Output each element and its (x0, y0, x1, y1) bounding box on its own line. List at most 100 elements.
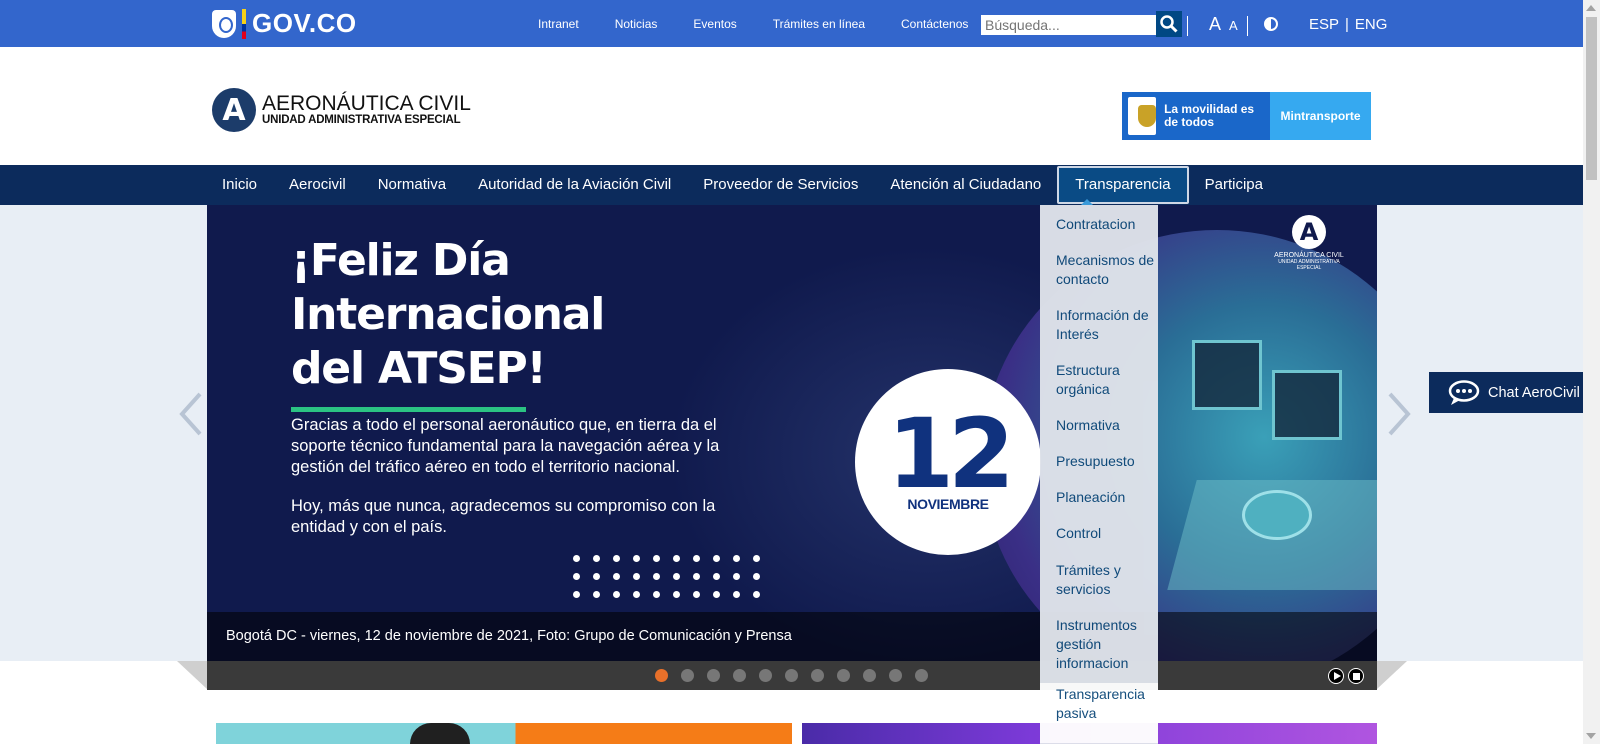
nav-item-atencion[interactable]: Atención al Ciudadano (874, 165, 1057, 205)
dropdown-item-transparencia-pasiva[interactable]: Transparencia pasiva (1040, 683, 1158, 743)
pager-dot-1[interactable] (655, 669, 668, 682)
aerocivil-logo-icon: A (212, 88, 256, 132)
govco-top-bar: GOV.CO Intranet Noticias Eventos Trámite… (0, 0, 1583, 47)
slide-paragraph-1: Gracias a todo el personal aeronáutico q… (291, 416, 720, 476)
slide-caption: Bogotá DC - viernes, 12 de noviembre de … (226, 628, 792, 644)
slide-title-line-3: del ATSEP! (291, 343, 547, 394)
slide-caption-bar: Bogotá DC - viernes, 12 de noviembre de … (207, 612, 1377, 661)
dropdown-item-tramites[interactable]: Trámites y servicios (1056, 561, 1156, 599)
slide-paragraph-2: Hoy, más que nunca, agradecemos su compr… (291, 497, 716, 536)
chat-bubble-icon (1448, 379, 1480, 405)
scrollbar-thumb[interactable] (1586, 17, 1597, 180)
contrast-icon[interactable] (1264, 17, 1278, 31)
console-dial (1242, 490, 1312, 540)
stop-icon[interactable] (1348, 668, 1364, 684)
decrease-font-button[interactable]: A (1229, 18, 1238, 33)
org-name: AERONÁUTICA CIVIL (262, 92, 471, 115)
chat-label: Chat AeroCivil (1488, 384, 1580, 401)
dropdown-item-estructura[interactable]: Estructura orgánica (1056, 361, 1156, 399)
nav-item-normativa[interactable]: Normativa (362, 165, 462, 205)
govco-link-tramites[interactable]: Trámites en línea (773, 17, 865, 31)
mintransporte-banner[interactable]: La movilidad es de todos Mintransporte (1122, 92, 1371, 140)
dropdown-item-normativa[interactable]: Normativa (1056, 416, 1156, 435)
lang-eng-link[interactable]: ENG (1355, 16, 1388, 33)
pager-dot-7[interactable] (811, 669, 824, 682)
colombia-shield-icon (212, 9, 236, 38)
search-button[interactable] (1156, 11, 1182, 37)
console-screen (1192, 340, 1262, 410)
main-nav-items: Inicio Aerocivil Normativa Autoridad de … (206, 165, 1279, 205)
slide-title-line-1: ¡Feliz Día (291, 235, 511, 286)
card-image (410, 723, 470, 744)
pager-dot-3[interactable] (707, 669, 720, 682)
slide-logo-name: AERONÁUTICA CIVIL (1274, 252, 1344, 259)
lang-esp-link[interactable]: ESP (1309, 16, 1339, 33)
govco-link-intranet[interactable]: Intranet (538, 17, 579, 31)
slider-corner-right (1377, 661, 1407, 689)
carousel-slide[interactable]: A AERONÁUTICA CIVIL UNIDAD ADMINISTRATIV… (207, 205, 1377, 690)
pager-dot-6[interactable] (785, 669, 798, 682)
carousel-pager (655, 669, 928, 682)
search-input[interactable] (981, 15, 1156, 35)
chat-aerocivil-button[interactable]: Chat AeroCivil (1429, 372, 1600, 413)
decorative-dot-grid (573, 555, 773, 598)
divider (1247, 16, 1248, 36)
mintransporte-slogan-block: La movilidad es de todos (1122, 92, 1270, 140)
dropdown-item-control[interactable]: Control (1056, 524, 1156, 543)
slide-logo-sub: UNIDAD ADMINISTRATIVA ESPECIAL (1278, 259, 1340, 271)
slide-logo-icon: A (1292, 215, 1326, 249)
increase-font-button[interactable]: A (1209, 14, 1221, 35)
play-icon[interactable] (1328, 668, 1344, 684)
partner-name: Mintransporte (1270, 92, 1371, 140)
pager-dot-5[interactable] (759, 669, 772, 682)
pager-dot-4[interactable] (733, 669, 746, 682)
dropdown-item-contratacion[interactable]: Contratacion (1056, 215, 1156, 234)
pager-dot-11[interactable] (915, 669, 928, 682)
carousel-controls (207, 661, 1377, 690)
date-day: 12 (887, 398, 1015, 510)
divider (1187, 16, 1188, 36)
nav-item-transparencia[interactable]: Transparencia (1057, 166, 1189, 204)
aerocivil-logo[interactable]: A AERONÁUTICA CIVIL UNIDAD ADMINISTRATIV… (212, 88, 471, 132)
govco-nav: Intranet Noticias Eventos Trámites en lí… (538, 0, 1004, 47)
dropdown-item-instrumentos[interactable]: Instrumentos gestión informacion (1056, 616, 1156, 673)
slide-title-line-2: Internacional (291, 289, 605, 340)
nav-item-aerocivil[interactable]: Aerocivil (273, 165, 362, 205)
slide-aerocivil-logo: A AERONÁUTICA CIVIL UNIDAD ADMINISTRATIV… (1269, 215, 1349, 271)
slider-corner-left (177, 661, 207, 689)
partner-slogan: La movilidad es de todos (1164, 102, 1255, 129)
scroll-down-icon[interactable] (1586, 733, 1596, 739)
main-nav: Inicio Aerocivil Normativa Autoridad de … (0, 165, 1583, 205)
nav-item-proveedor[interactable]: Proveedor de Servicios (687, 165, 874, 205)
govco-logo-text: GOV.CO (252, 8, 357, 38)
dropdown-item-informacion[interactable]: Información de Interés (1056, 306, 1156, 344)
language-switch: ESP | ENG (1309, 16, 1387, 33)
lang-separator: | (1345, 16, 1349, 33)
console-screen (1272, 370, 1342, 440)
news-card-left[interactable] (216, 723, 792, 744)
pager-dot-10[interactable] (889, 669, 902, 682)
pager-dot-9[interactable] (863, 669, 876, 682)
govco-link-contactenos[interactable]: Contáctenos (901, 17, 968, 31)
pager-dot-8[interactable] (837, 669, 850, 682)
scroll-up-icon[interactable] (1586, 5, 1596, 11)
slide-accent-line (291, 407, 526, 412)
date-badge: 12 NOVIEMBRE (855, 369, 1041, 555)
dropdown-item-mecanismos[interactable]: Mecanismos de contacto (1056, 251, 1156, 289)
govco-link-noticias[interactable]: Noticias (615, 17, 658, 31)
dropdown-item-planeacion[interactable]: Planeación (1056, 488, 1156, 507)
chevron-left-icon[interactable] (176, 390, 206, 438)
govco-logo[interactable]: GOV.CO (212, 8, 357, 39)
nav-item-autoridad[interactable]: Autoridad de la Aviación Civil (462, 165, 687, 205)
govco-link-eventos[interactable]: Eventos (693, 17, 736, 31)
org-subtitle: UNIDAD ADMINISTRATIVA ESPECIAL (262, 114, 461, 126)
nav-item-inicio[interactable]: Inicio (206, 165, 273, 205)
font-size-tools: A A (1209, 14, 1238, 35)
chevron-right-icon[interactable] (1384, 390, 1414, 438)
transparencia-dropdown: Contratacion Mecanismos de contacto Info… (1040, 205, 1158, 744)
nav-item-participa[interactable]: Participa (1189, 165, 1279, 205)
site-header: A AERONÁUTICA CIVIL UNIDAD ADMINISTRATIV… (0, 47, 1583, 165)
date-month: NOVIEMBRE (907, 496, 989, 512)
pager-dot-2[interactable] (681, 669, 694, 682)
dropdown-item-presupuesto[interactable]: Presupuesto (1056, 452, 1156, 471)
